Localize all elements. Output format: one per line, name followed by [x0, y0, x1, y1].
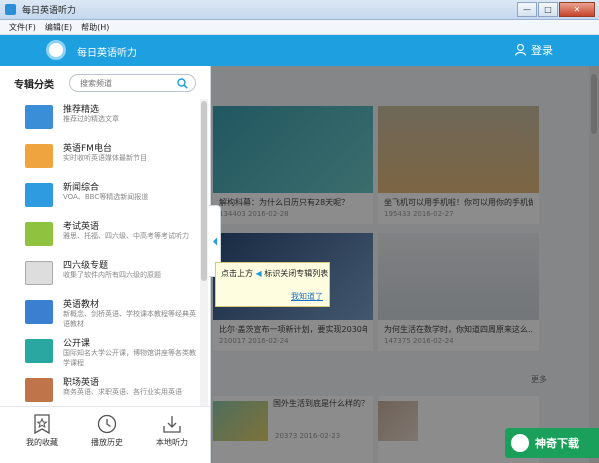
news-icon — [25, 183, 53, 207]
clock-icon — [97, 414, 117, 434]
login-label: 登录 — [531, 44, 553, 57]
minimize-button[interactable]: — — [517, 2, 537, 17]
category-desc: 雅思、托福、四六级、中高考等考试听力 — [63, 232, 189, 240]
category-desc: 新概念、剑桥英语、学校课本教程等经典英语教材 — [63, 310, 196, 328]
history-button[interactable]: 播放历史 — [77, 414, 137, 448]
favorites-button[interactable]: 我的收藏 — [12, 414, 72, 448]
title-bar: 每日英语听力 — □ ✕ — [0, 0, 599, 20]
recommend-icon — [25, 105, 53, 129]
panel-footer: 我的收藏 播放历史 本地听力 — [0, 406, 210, 463]
channel-search[interactable] — [69, 74, 196, 92]
menu-file[interactable]: 文件(F) — [9, 22, 36, 33]
search-icon[interactable] — [177, 78, 188, 89]
chevron-left-icon — [213, 237, 217, 246]
panel-scrollbar[interactable] — [200, 99, 208, 414]
user-icon — [515, 44, 526, 56]
login-button[interactable]: 登录 — [515, 42, 553, 58]
app-logo — [46, 40, 66, 60]
maximize-button[interactable]: □ — [538, 2, 558, 17]
favorites-label: 我的收藏 — [26, 438, 58, 447]
search-input[interactable] — [80, 77, 175, 89]
app-icon — [5, 4, 16, 15]
tooltip-text-after: 标识关闭专辑列表 — [264, 269, 329, 278]
app-title: 每日英语听力 — [77, 48, 137, 59]
category-item[interactable]: 推荐精选 推荐过的精选文章 — [0, 99, 200, 138]
watermark-text: 神奇下载 — [535, 437, 579, 450]
chevron-left-icon: ◀ — [255, 269, 262, 278]
category-panel: 专辑分类 推荐精选 推荐过的精选文章 英语FM电台 实时收听英语媒体最新节目 新… — [0, 66, 211, 463]
radio-icon — [25, 144, 53, 168]
star-icon — [34, 414, 50, 434]
menu-help[interactable]: 帮助(H) — [81, 22, 109, 33]
download-icon — [163, 416, 181, 433]
menu-edit[interactable]: 编辑(E) — [45, 22, 72, 33]
graduation-cap-icon — [25, 339, 53, 363]
category-item[interactable]: 英语教材 新概念、剑桥英语、学校课本教程等经典英语教材 — [0, 294, 200, 333]
history-label: 播放历史 — [91, 438, 123, 447]
category-desc: 实时收听英语媒体最新节目 — [63, 154, 147, 162]
watermark-logo-icon — [511, 434, 529, 452]
category-desc: 商务英语、求职英语、各行业实用英语 — [63, 388, 182, 396]
category-item[interactable]: 新闻综合 VOA、BBC等精选新闻报道 — [0, 177, 200, 216]
tooltip-confirm-link[interactable]: 我知道了 — [291, 291, 323, 302]
close-button[interactable]: ✕ — [559, 2, 595, 17]
app-header: 每日英语听力 登录 — [0, 35, 599, 66]
category-desc: 收集了软件内所有四六级的原题 — [63, 271, 161, 279]
category-item[interactable]: 四六级专题 收集了软件内所有四六级的原题 — [0, 255, 200, 294]
panel-scrollbar-thumb[interactable] — [201, 101, 207, 281]
category-item[interactable]: 公开课 国际知名大学公开课，博物馆讲座等各类教学课程 — [0, 333, 200, 372]
window-title: 每日英语听力 — [22, 6, 77, 16]
guide-tooltip: 点击上方 ◀ 标识关闭专辑列表 我知道了 — [215, 262, 330, 307]
category-list: 推荐精选 推荐过的精选文章 英语FM电台 实时收听英语媒体最新节目 新闻综合 V… — [0, 99, 200, 414]
category-desc: 推荐过的精选文章 — [63, 115, 119, 123]
category-item[interactable]: 英语FM电台 实时收听英语媒体最新节目 — [0, 138, 200, 177]
local-label: 本地听力 — [156, 438, 188, 447]
textbook-icon — [25, 300, 53, 324]
category-desc: 国际知名大学公开课，博物馆讲座等各类教学课程 — [63, 349, 196, 367]
category-desc: VOA、BBC等精选新闻报道 — [63, 193, 149, 201]
local-button[interactable]: 本地听力 — [142, 414, 202, 448]
briefcase-icon — [25, 378, 53, 402]
exam-icon — [25, 222, 53, 246]
tooltip-text-before: 点击上方 — [221, 269, 253, 278]
watermark: 神奇下载 — [505, 428, 599, 458]
cet-icon — [25, 261, 53, 285]
menu-bar: 文件(F) 编辑(E) 帮助(H) — [0, 20, 599, 35]
panel-title: 专辑分类 — [14, 80, 54, 91]
category-item[interactable]: 考试英语 雅思、托福、四六级、中高考等考试听力 — [0, 216, 200, 255]
